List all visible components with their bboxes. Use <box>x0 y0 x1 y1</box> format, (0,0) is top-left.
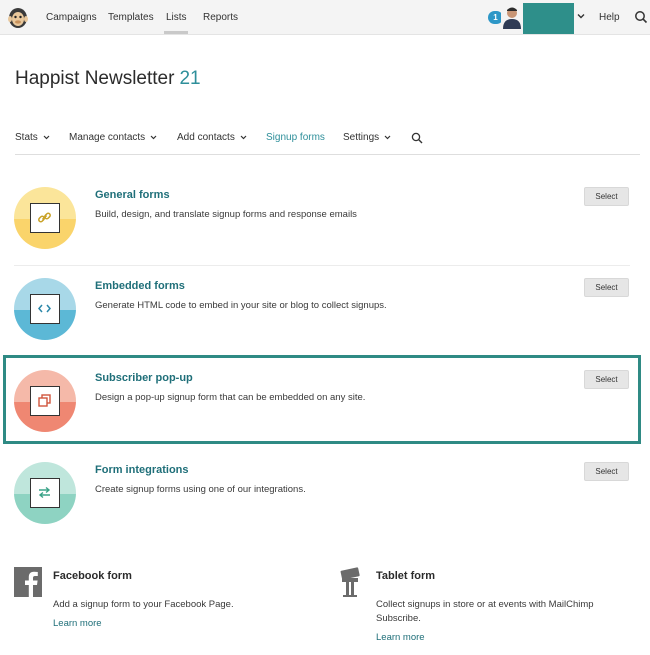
form-option-integrations: Form integrations Create signup forms us… <box>14 462 630 550</box>
form-option-general: General forms Build, design, and transla… <box>14 187 630 275</box>
subnav-manage-contacts-label: Manage contacts <box>69 132 146 143</box>
tablet-stand-icon <box>340 567 360 597</box>
chevron-down-icon[interactable] <box>576 11 586 21</box>
integrations-desc: Create signup forms using one of our int… <box>95 484 306 495</box>
integrations-select-button[interactable]: Select <box>584 462 629 481</box>
nav-templates[interactable]: Templates <box>108 0 154 35</box>
integrations-badge <box>14 462 76 524</box>
list-subnav: Stats Manage contacts Add contacts Signu… <box>15 126 640 155</box>
popup-forms-title[interactable]: Subscriber pop-up <box>95 372 193 384</box>
page-title: Happist Newsletter 21 <box>15 68 201 90</box>
divider <box>14 265 630 266</box>
form-option-popup: Subscriber pop-up Design a pop-up signup… <box>14 370 630 458</box>
chevron-down-icon <box>384 135 391 140</box>
popup-forms-select-button[interactable]: Select <box>584 370 629 389</box>
nav-campaigns[interactable]: Campaigns <box>46 0 97 35</box>
popup-icon <box>38 394 51 407</box>
tablet-form-block: Tablet form Collect signups in store or … <box>337 567 617 651</box>
facebook-form-desc: Add a signup form to your Facebook Page. <box>53 599 234 610</box>
chevron-down-icon <box>240 135 247 140</box>
top-navbar: Campaigns Templates Lists Reports 1 Help <box>0 0 650 35</box>
search-icon[interactable] <box>634 10 648 24</box>
facebook-form-title: Facebook form <box>53 570 132 582</box>
facebook-form-block: Facebook form Add a signup form to your … <box>14 567 294 647</box>
nav-lists[interactable]: Lists <box>166 0 187 35</box>
subnav-add-contacts[interactable]: Add contacts <box>177 132 247 143</box>
tablet-learn-more-link[interactable]: Learn more <box>376 632 425 643</box>
list-name: Happist Newsletter <box>15 68 175 89</box>
embedded-forms-select-button[interactable]: Select <box>584 278 629 297</box>
help-link[interactable]: Help <box>599 0 620 35</box>
general-forms-title[interactable]: General forms <box>95 189 170 201</box>
swap-icon <box>38 486 51 499</box>
popup-forms-desc: Design a pop-up signup form that can be … <box>95 392 366 403</box>
subnav-settings[interactable]: Settings <box>343 132 391 143</box>
integrations-title[interactable]: Form integrations <box>95 464 189 476</box>
subnav-signup-forms[interactable]: Signup forms <box>266 132 325 143</box>
subnav-stats[interactable]: Stats <box>15 132 50 143</box>
embedded-forms-title[interactable]: Embedded forms <box>95 280 185 292</box>
avatar[interactable] <box>501 5 523 29</box>
general-forms-select-button[interactable]: Select <box>584 187 629 206</box>
embedded-forms-desc: Generate HTML code to embed in your site… <box>95 300 387 311</box>
facebook-icon <box>14 567 42 597</box>
mailchimp-logo-icon[interactable] <box>7 6 29 29</box>
subnav-add-contacts-label: Add contacts <box>177 132 235 143</box>
nav-reports[interactable]: Reports <box>203 0 238 35</box>
form-option-embedded: Embedded forms Generate HTML code to emb… <box>14 278 630 366</box>
subnav-stats-label: Stats <box>15 132 38 143</box>
tablet-form-title: Tablet form <box>376 570 436 582</box>
search-icon[interactable] <box>411 132 423 144</box>
subscriber-count: 21 <box>179 68 201 89</box>
embedded-forms-badge <box>14 278 76 340</box>
code-icon <box>38 304 51 313</box>
chevron-down-icon <box>43 135 50 140</box>
subnav-settings-label: Settings <box>343 132 380 143</box>
popup-forms-badge <box>14 370 76 432</box>
chevron-down-icon <box>150 135 157 140</box>
link-icon <box>38 212 51 223</box>
tablet-form-desc: Collect signups in store or at events wi… <box>376 599 594 624</box>
subnav-manage-contacts[interactable]: Manage contacts <box>69 132 157 143</box>
general-forms-desc: Build, design, and translate signup form… <box>95 209 357 220</box>
general-forms-badge <box>14 187 76 249</box>
account-menu[interactable] <box>523 3 574 34</box>
facebook-learn-more-link[interactable]: Learn more <box>53 618 102 629</box>
nav-active-indicator <box>164 31 188 34</box>
